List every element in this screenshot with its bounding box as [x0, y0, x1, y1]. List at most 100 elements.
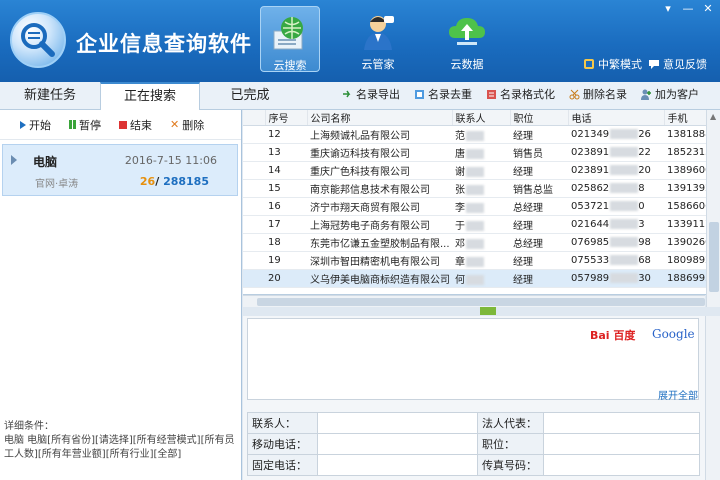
app-header: 企业信息查询软件 云搜索 云管家 云数据 ▾ — ✕ 中繁模式 意见反馈 — [0, 0, 720, 82]
phone-prefix: 023891 — [571, 165, 610, 176]
col-company[interactable]: 公司名称 — [307, 110, 453, 126]
phone-suffix: 68 — [638, 255, 651, 266]
cell-contact-text: 谢 — [455, 167, 465, 178]
cell-title-text: 经理 — [513, 221, 533, 232]
mode-icon — [584, 59, 594, 69]
pause-icon — [69, 120, 76, 129]
table-row[interactable]: 17 上海冠势电子商务有限公司 于 经理 021644 3 1339117 — [243, 215, 720, 234]
minimize-icon[interactable]: — — [680, 2, 696, 16]
table-row[interactable]: 19 深圳市智田精密机电有限公司 章 经理 075533 68 1809892 — [243, 251, 720, 270]
cell-mobile-text: 1339117 — [667, 219, 712, 230]
pause-button[interactable]: 暂停 — [69, 117, 101, 133]
detail-vertical-scrollbar[interactable] — [705, 316, 720, 480]
row-indicator — [243, 251, 265, 270]
cell-mobile-text: 1809892 — [667, 255, 712, 266]
table-row[interactable]: 20 义乌伊美电脑商标织造有限公司何 经理 057989 30 1886993 — [243, 269, 720, 288]
cell-contact: 李 — [452, 197, 510, 216]
cell-mobile-text: 1389600 — [667, 165, 712, 176]
tab-completed[interactable]: 已完成 — [200, 82, 300, 110]
col-contact[interactable]: 联系人 — [452, 110, 511, 126]
search-globe-icon — [273, 17, 303, 50]
task-done-count: 26 — [139, 175, 156, 188]
app-title: 企业信息查询软件 — [76, 32, 252, 56]
cell-mobile-text: 1886993 — [667, 273, 712, 284]
cell-company-text: 重庆谕迈科技有限公司 — [310, 149, 410, 160]
scroll-up-icon[interactable]: ▲ — [710, 112, 716, 121]
format-list-button[interactable]: 名录格式化 — [486, 86, 555, 102]
fax-value — [543, 454, 700, 476]
table-row[interactable]: 12 上海频诚礼品有限公司 范 经理 021349 26 1381888 — [243, 125, 720, 144]
cell-title-text: 经理 — [513, 257, 533, 268]
tab-new-task[interactable]: 新建任务 — [0, 82, 100, 110]
masked-name — [466, 149, 484, 159]
cell-company-text: 南京能邦信息技术有限公司 — [310, 185, 430, 196]
delete-button[interactable]: ✕ 删除 — [170, 117, 204, 133]
cell-company: 重庆谕迈科技有限公司 — [307, 143, 452, 162]
row-indicator — [243, 143, 265, 162]
row-indicator — [243, 125, 265, 144]
cell-mobile-text: 1381888 — [667, 129, 712, 140]
web-preview-box: Bai 百度 Google 展开全部 — [247, 318, 699, 402]
splitter-toggle-icon[interactable] — [480, 307, 496, 315]
nav-cloud-assistant-label: 云管家 — [361, 58, 395, 71]
cell-contact: 谢 — [452, 161, 510, 180]
cell-phone: 021349 26 — [568, 125, 664, 144]
table-horizontal-scrollbar[interactable] — [243, 295, 705, 307]
simplified-mode-link[interactable]: 中繁模式 — [583, 56, 642, 72]
row-indicator — [243, 233, 265, 252]
add-customer-label: 加为客户 — [655, 88, 699, 101]
phone-prefix: 057989 — [571, 273, 610, 284]
col-phone[interactable]: 电话 — [568, 110, 665, 126]
expand-arrow-icon[interactable] — [11, 155, 17, 165]
list-toolbar: 名录导出 名录去重 名录格式化 删除名录 加为客户 — [342, 86, 699, 102]
table-row[interactable]: 16 济宁市翔天商贸有限公司 李 总经理 053721 0 1586606 — [243, 197, 720, 216]
add-customer-button[interactable]: 加为客户 — [641, 86, 699, 102]
cell-contact: 张 — [452, 179, 510, 198]
table-header-row: 序号 公司名称 联系人 职位 电话 手机 — [243, 110, 720, 126]
close-icon[interactable]: ✕ — [700, 2, 716, 16]
task-name: 电脑 — [33, 155, 58, 169]
delete-list-button[interactable]: 删除名录 — [569, 86, 627, 102]
table-row[interactable]: 15 南京能邦信息技术有限公司 张 销售总监 025862 8 1391392 — [243, 179, 720, 198]
masked-name — [466, 239, 484, 249]
export-icon — [343, 90, 351, 97]
dropdown-icon[interactable]: ▾ — [660, 2, 676, 16]
cell-contact-text: 李 — [455, 203, 465, 214]
col-no[interactable]: 序号 — [265, 110, 308, 126]
task-item[interactable]: 电脑 2016-7-15 11:06 官网·卓涛 26/ 288185 — [2, 144, 238, 196]
phone-suffix: 3 — [638, 219, 645, 230]
nav-cloud-data[interactable]: 云数据 — [437, 6, 497, 72]
cell-title: 经理 — [510, 251, 568, 270]
table-row[interactable]: 18 东莞市亿谦五金塑胶制品有限... 邓 总经理 076985 98 1390260 — [243, 233, 720, 252]
conditions-text: 电脑 电脑[所有省份][请选择][所有经营模式][所有员工人数][所有年营业额]… — [4, 435, 235, 460]
nav-cloud-search[interactable]: 云搜索 — [260, 6, 320, 72]
col-title[interactable]: 职位 — [510, 110, 569, 126]
start-button[interactable]: 开始 — [20, 117, 51, 133]
start-label: 开始 — [29, 118, 51, 132]
table-vscroll-thumb[interactable] — [709, 222, 719, 292]
contact-label: 联系人： — [247, 412, 318, 434]
feedback-link[interactable]: 意见反馈 — [648, 56, 707, 72]
export-list-button[interactable]: 名录导出 — [342, 86, 400, 102]
table-row[interactable]: 13 重庆谕迈科技有限公司 唐 销售员 023891 22 1852313 — [243, 143, 720, 162]
baidu-search-link[interactable]: Bai 百度 — [590, 327, 635, 343]
stop-button[interactable]: 结束 — [119, 117, 152, 133]
table-vertical-scrollbar[interactable]: ▲ — [706, 110, 720, 307]
cell-company-text: 深圳市智田精密机电有限公司 — [310, 257, 440, 268]
table-row[interactable]: 14 重庆广色科技有限公司 谢 经理 023891 20 1389600 — [243, 161, 720, 180]
dedupe-list-button[interactable]: 名录去重 — [414, 86, 472, 102]
google-search-link[interactable]: Google — [652, 327, 695, 341]
window-controls: ▾ — ✕ — [660, 2, 716, 16]
cell-company: 上海冠势电子商务有限公司 — [307, 215, 452, 234]
table-hscroll-thumb[interactable] — [257, 298, 705, 306]
nav-cloud-assistant[interactable]: 云管家 — [348, 6, 408, 72]
mobile-label: 移动电话： — [247, 433, 318, 455]
cell-contact: 范 — [452, 125, 510, 144]
cell-contact: 于 — [452, 215, 510, 234]
cell-company-text: 义乌伊美电脑商标织造有限公司 — [310, 275, 450, 286]
expand-all-link[interactable]: 展开全部 — [658, 387, 698, 402]
position-label: 职位： — [477, 433, 544, 455]
cell-no-text: 20 — [268, 273, 281, 284]
tab-searching[interactable]: 正在搜索 — [100, 82, 200, 110]
row-indicator — [243, 269, 265, 288]
